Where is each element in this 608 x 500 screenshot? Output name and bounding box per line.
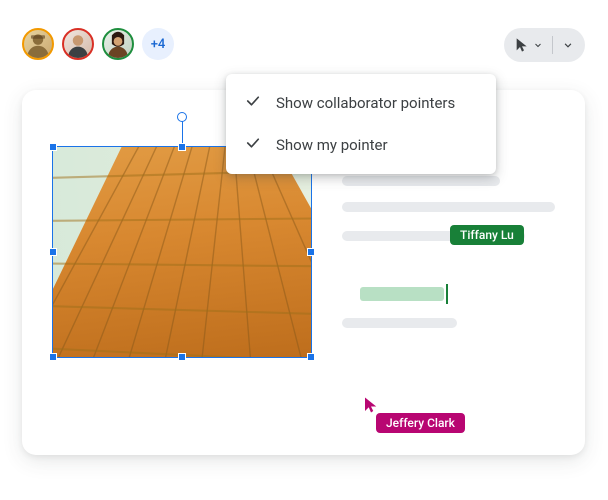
menu-item-label: Show my pointer <box>276 136 388 154</box>
chevron-down-icon <box>561 38 575 52</box>
selected-image[interactable] <box>52 146 312 358</box>
avatar[interactable] <box>62 28 94 60</box>
check-icon <box>244 92 262 114</box>
rotation-handle-line <box>182 118 183 146</box>
cursor-icon <box>514 37 530 53</box>
chevron-down-icon <box>532 39 544 51</box>
rotation-handle[interactable] <box>177 112 187 122</box>
building-photo <box>52 146 312 358</box>
text-placeholder-block: Tiffany Lu <box>342 176 555 344</box>
pointer-tool-button[interactable] <box>508 33 550 57</box>
collaborator-name-tag: Jeffery Clark <box>376 413 465 433</box>
collaborator-avatars: +4 <box>22 28 174 60</box>
collaborator-pointer: Jeffery Clark <box>362 395 380 415</box>
more-collaborators-badge[interactable]: +4 <box>142 28 174 60</box>
menu-item-show-collaborator-pointers[interactable]: Show collaborator pointers <box>226 82 496 124</box>
collaborator-selection-row <box>342 286 555 302</box>
collaborator-cursor-row: Tiffany Lu <box>342 228 555 244</box>
text-line <box>342 176 500 186</box>
more-count: +4 <box>151 37 166 52</box>
cursor-icon <box>362 395 380 415</box>
divider <box>552 36 553 54</box>
avatar[interactable] <box>22 28 54 60</box>
check-icon <box>244 134 262 156</box>
text-line <box>342 318 457 328</box>
pointer-tool-control <box>504 28 585 62</box>
menu-item-show-my-pointer[interactable]: Show my pointer <box>226 124 496 166</box>
menu-item-label: Show collaborator pointers <box>276 94 455 112</box>
avatar[interactable] <box>102 28 134 60</box>
pointer-options-menu: Show collaborator pointers Show my point… <box>226 74 496 174</box>
text-line <box>342 202 555 212</box>
pointer-options-button[interactable] <box>555 34 581 56</box>
collaborator-caret <box>446 284 448 304</box>
collaborator-name-tag: Tiffany Lu <box>450 225 524 245</box>
text-selection-highlight <box>360 287 444 301</box>
